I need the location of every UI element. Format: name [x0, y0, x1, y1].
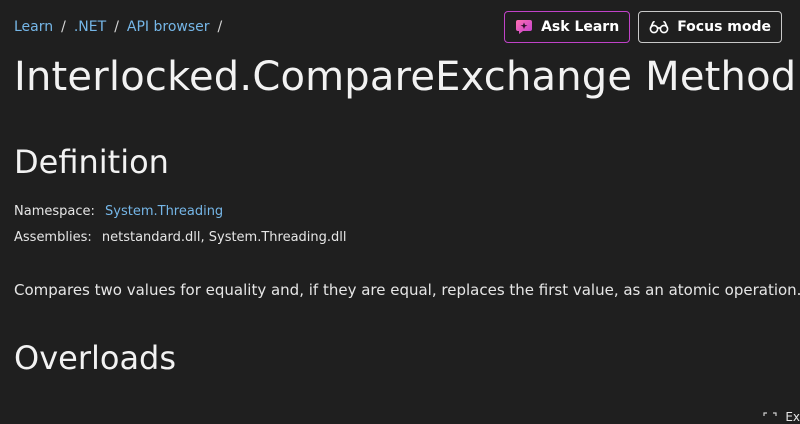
- namespace-row: Namespace: System.Threading: [14, 204, 223, 219]
- breadcrumb-separator: /: [114, 19, 119, 35]
- breadcrumb-separator: /: [61, 19, 66, 35]
- focus-mode-button[interactable]: Focus mode: [638, 11, 782, 43]
- overloads-heading: Overloads: [14, 339, 177, 377]
- assemblies-row: Assemblies: netstandard.dll, System.Thre…: [14, 230, 347, 245]
- namespace-link[interactable]: System.Threading: [105, 204, 223, 219]
- method-summary: Compares two values for equality and, if…: [14, 281, 800, 299]
- ask-learn-icon: [516, 20, 533, 34]
- breadcrumb-api-browser[interactable]: API browser: [127, 19, 210, 35]
- breadcrumb-dotnet[interactable]: .NET: [74, 19, 106, 35]
- definition-heading: Definition: [14, 143, 169, 181]
- breadcrumb-separator: /: [217, 19, 223, 35]
- breadcrumb: Learn / .NET / API browser /: [14, 19, 230, 35]
- docs-page: Learn / .NET / API browser / Ask Learn F…: [0, 0, 800, 424]
- expand-control[interactable]: Ex: [763, 410, 800, 424]
- breadcrumb-learn[interactable]: Learn: [14, 19, 53, 35]
- namespace-label: Namespace:: [14, 204, 95, 219]
- assemblies-label: Assemblies:: [14, 230, 92, 245]
- header-actions: Ask Learn Focus mode: [504, 11, 782, 43]
- focus-mode-label: Focus mode: [677, 19, 771, 35]
- ask-learn-button[interactable]: Ask Learn: [504, 11, 631, 43]
- page-title: Interlocked.CompareExchange Method: [14, 54, 797, 100]
- expand-label: Ex: [785, 410, 800, 424]
- glasses-icon: [649, 21, 669, 34]
- expand-icon: [763, 412, 777, 416]
- top-bar: Learn / .NET / API browser / Ask Learn F…: [14, 10, 782, 44]
- assemblies-value: netstandard.dll, System.Threading.dll: [101, 230, 347, 245]
- ask-learn-label: Ask Learn: [541, 19, 620, 35]
